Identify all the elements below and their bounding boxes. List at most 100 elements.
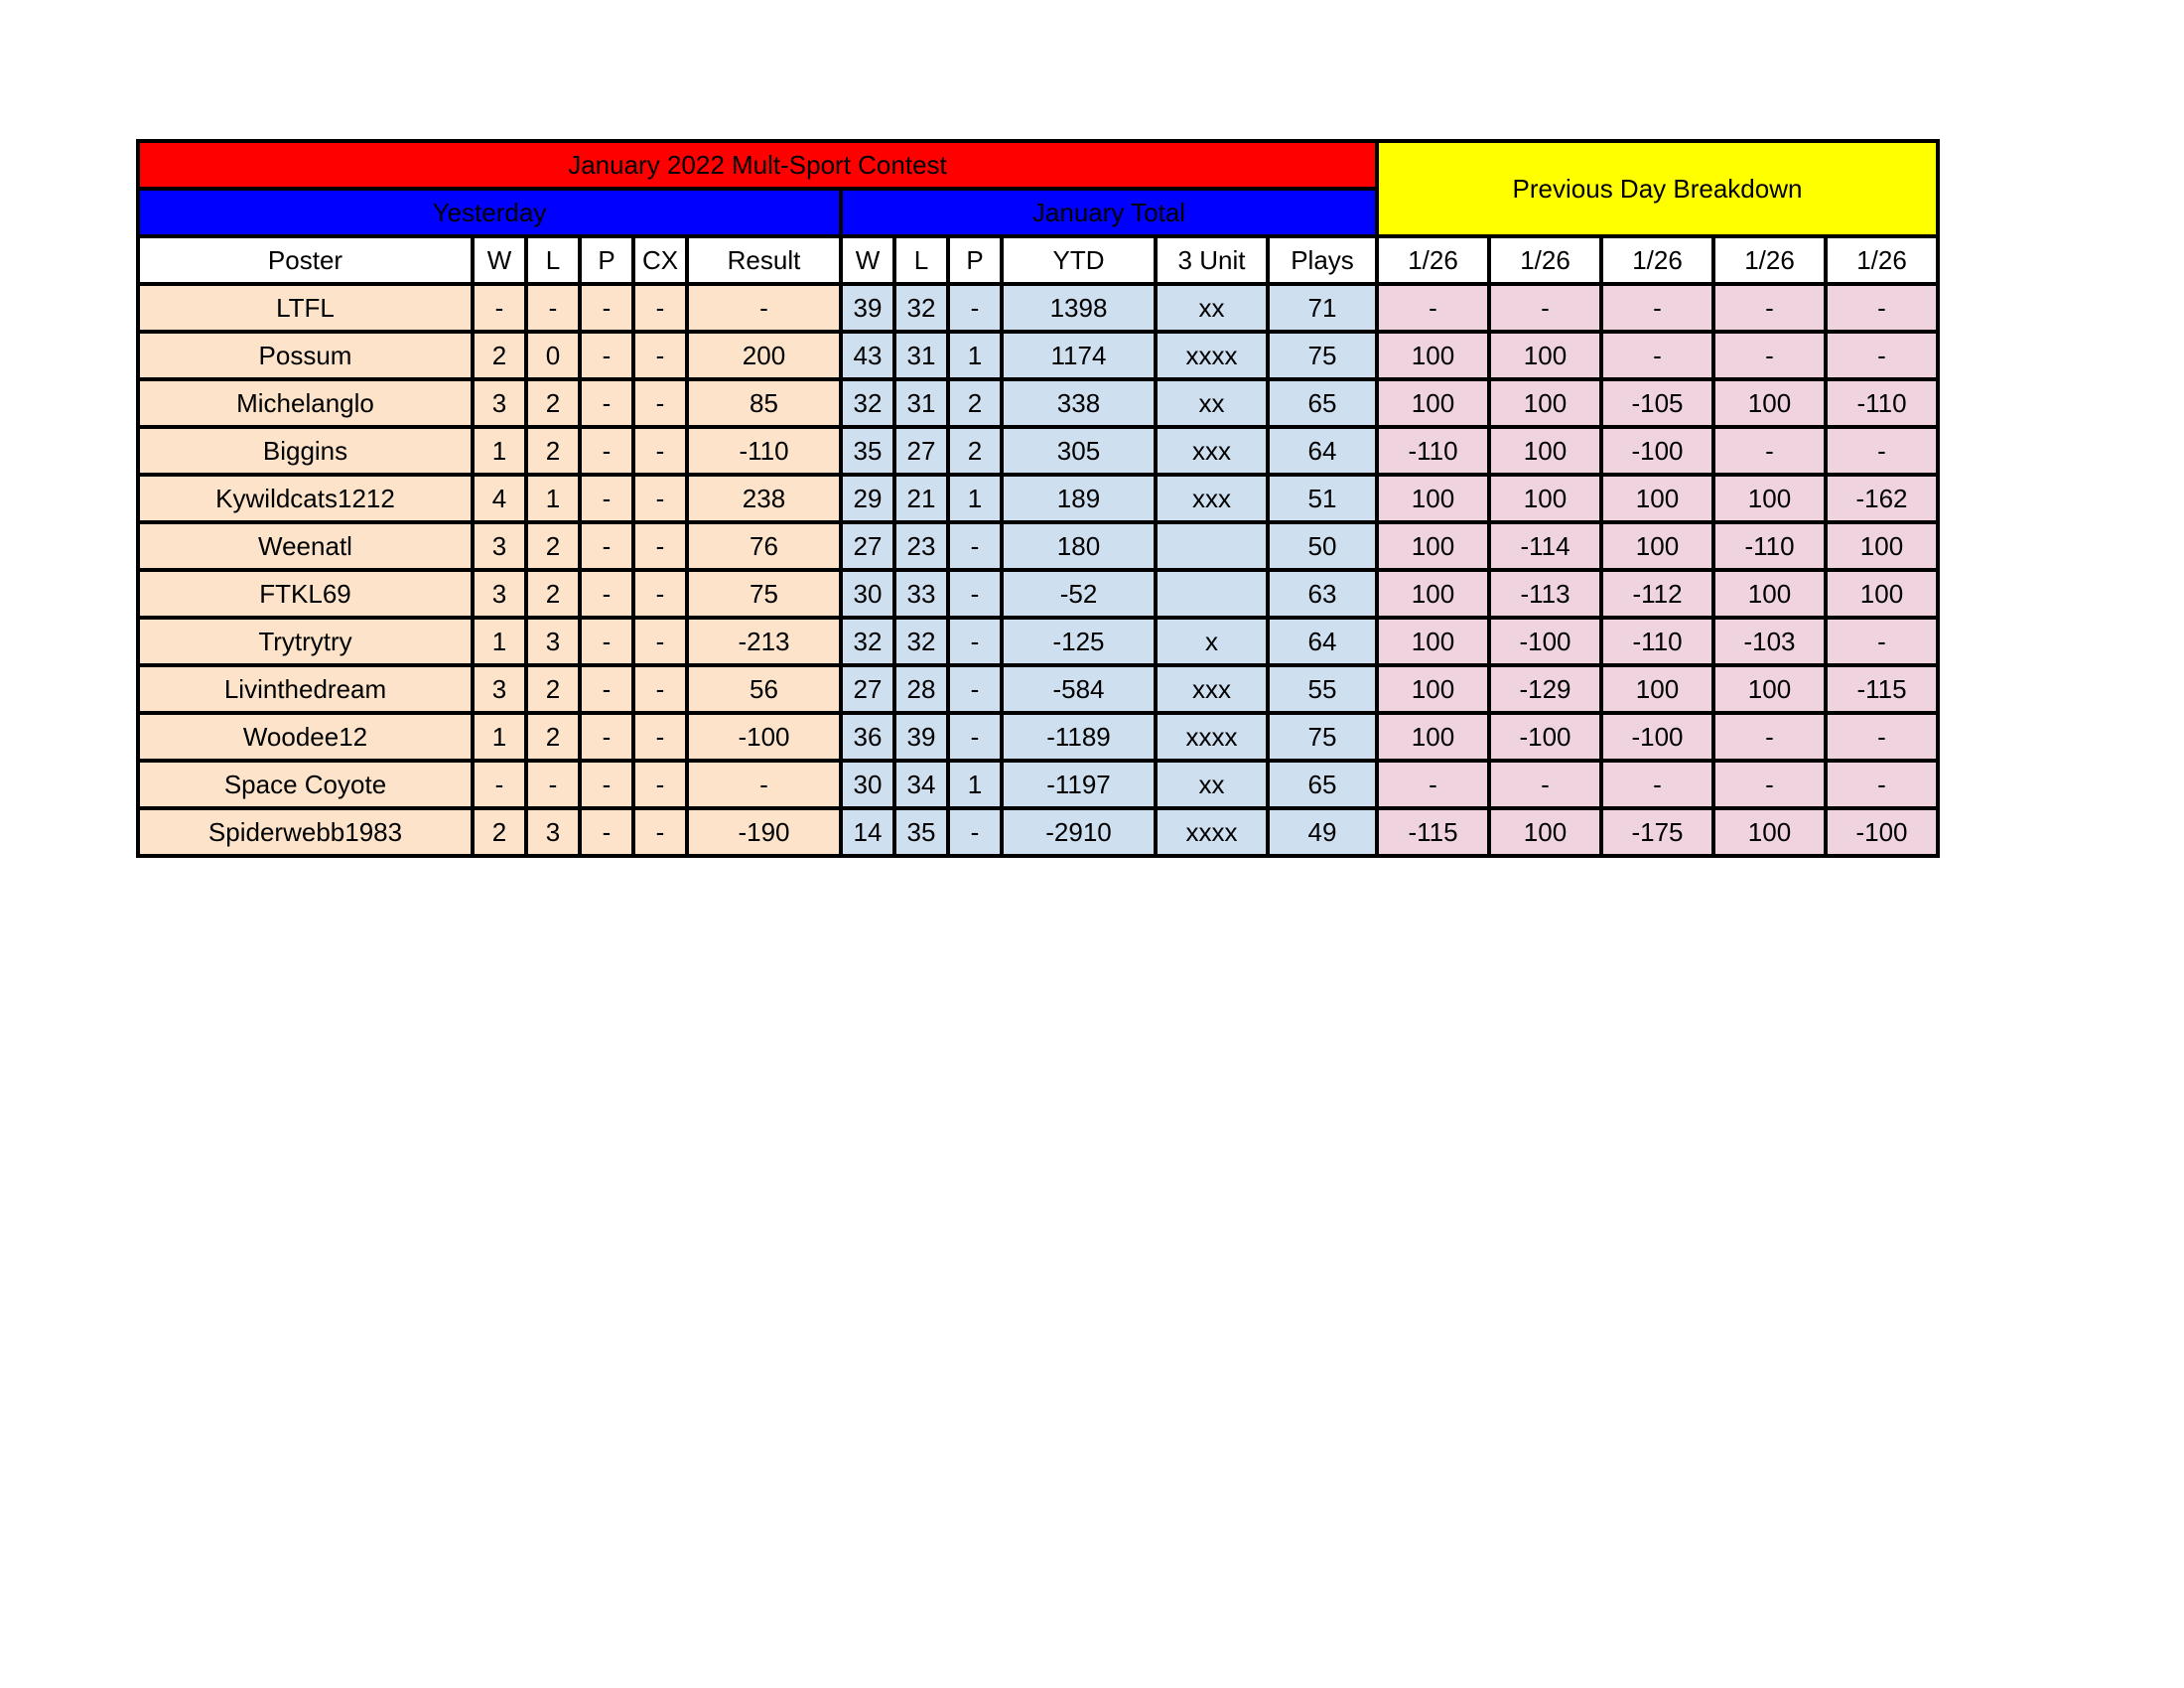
cell-total-l: 28 [892, 663, 950, 715]
cell-breakdown-day-3: 100 [1599, 473, 1715, 524]
cell-yesterday-p: - [578, 711, 635, 763]
cell-yesterday-l: 2 [524, 520, 582, 572]
cell-total-ytd: 338 [1000, 377, 1158, 429]
contest-standings-table: January 2022 Mult-Sport Contest Previous… [136, 139, 1940, 858]
cell-yesterday-result: 85 [685, 377, 843, 429]
header-total-3unit: 3 Unit [1154, 234, 1270, 286]
header-yesterday-w: W [471, 234, 528, 286]
cell-breakdown-day-2: 100 [1487, 330, 1603, 381]
cell-total-w: 43 [839, 330, 896, 381]
cell-total-p: - [946, 282, 1004, 334]
cell-yesterday-result: 200 [685, 330, 843, 381]
cell-yesterday-p: - [578, 806, 635, 858]
cell-total-plays: 75 [1266, 330, 1379, 381]
cell-yesterday-result: -213 [685, 616, 843, 667]
table-row: Weenatl 3 2- -76 27 23-180 50 100 -114 100 -110 100 [136, 520, 1940, 572]
cell-total-l: 32 [892, 282, 950, 334]
cell-total-l: 35 [892, 806, 950, 858]
header-breakdown-day-5: 1/26 [1824, 234, 1940, 286]
cell-total-l: 21 [892, 473, 950, 524]
table-row: Biggins 1 2- - -110 35 27 2 305 xxx 64 -110 100 -100-… [136, 425, 1940, 477]
cell-breakdown-day-3: -175 [1599, 806, 1715, 858]
cell-total-plays: 71 [1266, 282, 1379, 334]
cell-total-w: 39 [839, 282, 896, 334]
header-total-plays: Plays [1266, 234, 1379, 286]
cell-yesterday-w: 3 [471, 520, 528, 572]
cell-yesterday-result: - [685, 282, 843, 334]
cell-total-l: 31 [892, 377, 950, 429]
cell-breakdown-day-1: - [1375, 282, 1491, 334]
cell-total-plays: 64 [1266, 425, 1379, 477]
cell-yesterday-cx: - [631, 330, 689, 381]
cell-total-w: 30 [839, 568, 896, 620]
cell-poster-name: Trytrytry [136, 616, 475, 667]
cell-total-l: 31 [892, 330, 950, 381]
cell-yesterday-result: 76 [685, 520, 843, 572]
cell-yesterday-l: 2 [524, 377, 582, 429]
cell-breakdown-day-3: -110 [1599, 616, 1715, 667]
header-poster: Poster [136, 234, 475, 286]
cell-breakdown-day-4: - [1711, 282, 1828, 334]
cell-total-p: - [946, 616, 1004, 667]
column-header-row: Poster W L P CX Result W L P YTD 3 Unit … [136, 234, 1940, 286]
cell-poster-name: Michelanglo [136, 377, 475, 429]
cell-breakdown-day-5: 100 [1824, 568, 1940, 620]
cell-total-ytd: 305 [1000, 425, 1158, 477]
cell-yesterday-l: 0 [524, 330, 582, 381]
cell-total-plays: 75 [1266, 711, 1379, 763]
cell-yesterday-cx: - [631, 616, 689, 667]
cell-breakdown-day-1: 100 [1375, 473, 1491, 524]
cell-poster-name: Space Coyote [136, 759, 475, 810]
cell-total-3unit [1154, 520, 1270, 572]
cell-breakdown-day-4: -110 [1711, 520, 1828, 572]
cell-total-p: 1 [946, 759, 1004, 810]
cell-breakdown-day-1: -115 [1375, 806, 1491, 858]
cell-breakdown-day-2: - [1487, 759, 1603, 810]
cell-yesterday-p: - [578, 377, 635, 429]
cell-breakdown-day-3: 100 [1599, 663, 1715, 715]
header-yesterday-result: Result [685, 234, 843, 286]
cell-yesterday-w: 3 [471, 377, 528, 429]
cell-total-3unit: xxxx [1154, 806, 1270, 858]
cell-yesterday-p: - [578, 282, 635, 334]
cell-total-3unit: xx [1154, 377, 1270, 429]
title-banner-row: January 2022 Mult-Sport Contest Previous… [136, 139, 1940, 238]
cell-yesterday-p: - [578, 330, 635, 381]
cell-total-w: 27 [839, 663, 896, 715]
cell-breakdown-day-3: -112 [1599, 568, 1715, 620]
cell-total-ytd: 180 [1000, 520, 1158, 572]
cell-breakdown-day-2: - [1487, 282, 1603, 334]
cell-breakdown-day-4: - [1711, 425, 1828, 477]
cell-breakdown-day-5: -110 [1824, 377, 1940, 429]
cell-total-ytd: 1174 [1000, 330, 1158, 381]
cell-yesterday-l: 3 [524, 806, 582, 858]
cell-breakdown-day-4: 100 [1711, 806, 1828, 858]
cell-breakdown-day-2: -100 [1487, 711, 1603, 763]
cell-total-p: 1 [946, 330, 1004, 381]
cell-breakdown-day-3: 100 [1599, 520, 1715, 572]
cell-breakdown-day-1: 100 [1375, 616, 1491, 667]
cell-yesterday-cx: - [631, 282, 689, 334]
cell-total-plays: 50 [1266, 520, 1379, 572]
spreadsheet-canvas: January 2022 Mult-Sport Contest Previous… [0, 0, 2184, 1688]
cell-poster-name: Woodee12 [136, 711, 475, 763]
cell-total-plays: 65 [1266, 377, 1379, 429]
cell-poster-name: Weenatl [136, 520, 475, 572]
header-total-p: P [946, 234, 1004, 286]
cell-total-3unit [1154, 568, 1270, 620]
cell-yesterday-cx: - [631, 377, 689, 429]
cell-total-3unit: xxxx [1154, 711, 1270, 763]
header-yesterday-l: L [524, 234, 582, 286]
cell-breakdown-day-4: 100 [1711, 473, 1828, 524]
cell-total-l: 23 [892, 520, 950, 572]
cell-total-p: - [946, 806, 1004, 858]
cell-breakdown-day-5: - [1824, 425, 1940, 477]
cell-yesterday-p: - [578, 425, 635, 477]
cell-poster-name: Possum [136, 330, 475, 381]
cell-total-plays: 63 [1266, 568, 1379, 620]
cell-total-3unit: xx [1154, 282, 1270, 334]
header-breakdown-day-4: 1/26 [1711, 234, 1828, 286]
cell-breakdown-day-3: - [1599, 282, 1715, 334]
cell-total-l: 27 [892, 425, 950, 477]
cell-total-ytd: -52 [1000, 568, 1158, 620]
